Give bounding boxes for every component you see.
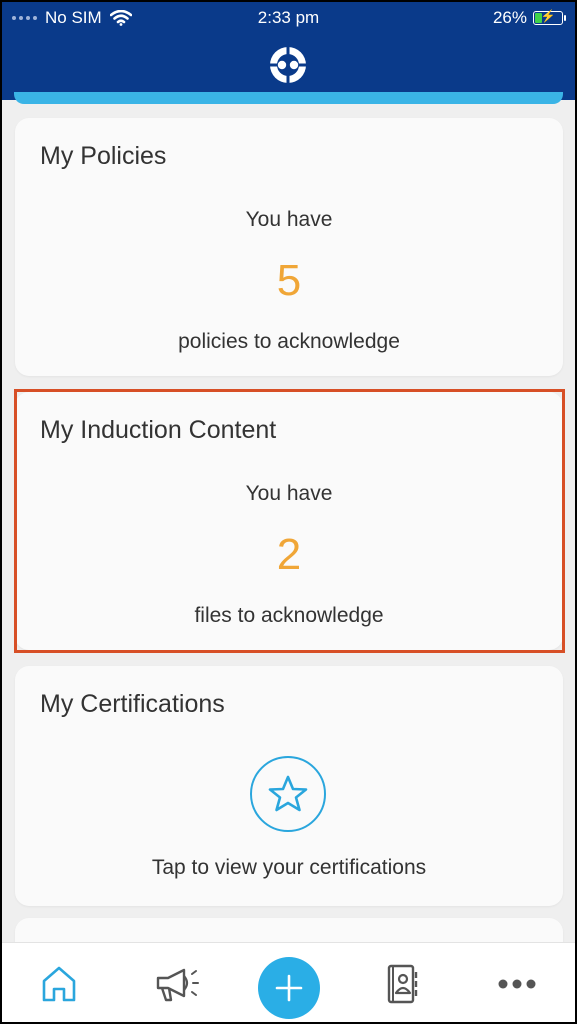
bottom-tab-bar bbox=[0, 942, 577, 1025]
previous-card-bottom bbox=[14, 92, 563, 104]
battery-percent: 26% bbox=[492, 8, 527, 27]
certifications-subtitle: Tap to view your certifications bbox=[151, 856, 427, 879]
tab-more[interactable] bbox=[486, 943, 548, 1025]
induction-card[interactable]: My Induction Content You have 2 files to… bbox=[15, 392, 563, 650]
induction-subtitle: files to acknowledge bbox=[194, 604, 384, 627]
megaphone-icon bbox=[156, 968, 199, 1002]
policies-subtitle: policies to acknowledge bbox=[178, 330, 400, 353]
star-icon bbox=[250, 756, 326, 832]
tab-announcements[interactable] bbox=[146, 943, 208, 1025]
induction-card-title: My Induction Content bbox=[40, 416, 277, 444]
induction-you-have-label: You have bbox=[245, 482, 333, 505]
more-icon bbox=[498, 979, 536, 989]
induction-count: 2 bbox=[276, 530, 302, 579]
status-bar: No SIM 2:33 pm 26% ⚡ bbox=[0, 6, 577, 30]
clock: 2:33 pm bbox=[257, 8, 320, 27]
app-logo-icon bbox=[268, 45, 308, 85]
policies-card-title: My Policies bbox=[40, 142, 167, 170]
certifications-card-title: My Certifications bbox=[40, 690, 225, 718]
tab-contacts[interactable] bbox=[372, 943, 434, 1025]
home-icon bbox=[42, 966, 76, 1002]
policies-card[interactable]: My Policies You have 5 policies to ackno… bbox=[15, 118, 563, 376]
address-book-icon bbox=[387, 964, 418, 1004]
add-button[interactable] bbox=[258, 957, 320, 1019]
header-bar: No SIM 2:33 pm 26% ⚡ bbox=[0, 0, 577, 100]
plus-icon bbox=[275, 974, 303, 1002]
policies-you-have-label: You have bbox=[245, 208, 333, 231]
battery-icon: ⚡ bbox=[533, 9, 566, 25]
tab-home[interactable] bbox=[28, 943, 90, 1025]
certifications-card[interactable]: My Certifications Tap to view your certi… bbox=[15, 666, 563, 906]
policies-count: 5 bbox=[276, 256, 302, 305]
